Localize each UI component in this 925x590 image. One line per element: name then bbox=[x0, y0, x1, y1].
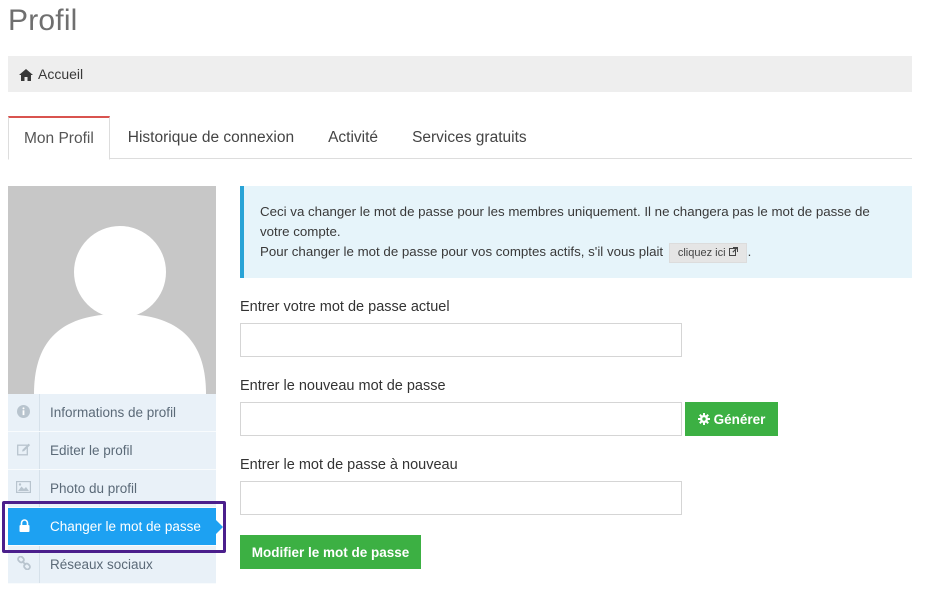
sidebar-item-informations[interactable]: Informations de profil bbox=[8, 394, 216, 432]
generate-password-button[interactable]: Générer bbox=[685, 402, 778, 436]
sidebar-item-label: Réseaux sociaux bbox=[50, 557, 153, 572]
tab-services-gratuits[interactable]: Services gratuits bbox=[412, 116, 527, 159]
link-icon bbox=[16, 555, 31, 573]
sidebar-item-editer[interactable]: Editer le profil bbox=[8, 432, 216, 470]
new-password-field[interactable] bbox=[240, 402, 682, 436]
sidebar-item-label: Editer le profil bbox=[50, 443, 133, 458]
gear-icon bbox=[697, 413, 710, 425]
page-title: Profil bbox=[8, 4, 78, 37]
sidebar-item-label: Photo du profil bbox=[50, 481, 138, 496]
tab-historique-connexion[interactable]: Historique de connexion bbox=[128, 116, 294, 159]
confirm-password-field[interactable] bbox=[240, 481, 682, 515]
info-alert: Ceci va changer le mot de passe pour les… bbox=[240, 186, 912, 278]
generate-button-label: Générer bbox=[713, 411, 766, 427]
tab-mon-profil[interactable]: Mon Profil bbox=[8, 116, 110, 160]
sidebar-item-changer-mot-de-passe[interactable]: Changer le mot de passe bbox=[8, 508, 223, 546]
sidebar-item-reseaux-sociaux[interactable]: Réseaux sociaux bbox=[8, 546, 216, 584]
alert-line-2: Pour changer le mot de passe pour vos co… bbox=[260, 242, 896, 263]
home-icon[interactable] bbox=[19, 68, 33, 81]
change-password-submit-button[interactable]: Modifier le mot de passe bbox=[240, 535, 421, 569]
click-here-link[interactable]: cliquez ici bbox=[668, 243, 747, 263]
edit-icon bbox=[16, 443, 31, 459]
confirm-password-label: Entrer le mot de passe à nouveau bbox=[240, 457, 458, 473]
lock-icon bbox=[19, 518, 30, 535]
alert-line-1: Ceci va changer le mot de passe pour les… bbox=[260, 204, 870, 239]
breadcrumb: Accueil bbox=[8, 56, 912, 92]
current-password-field[interactable] bbox=[240, 323, 682, 357]
current-password-label: Entrer votre mot de passe actuel bbox=[240, 299, 450, 315]
external-link-icon bbox=[728, 247, 738, 259]
profile-side-menu: Informations de profil Editer le profil … bbox=[8, 394, 223, 584]
sidebar-item-label: Informations de profil bbox=[50, 405, 177, 420]
new-password-label: Entrer le nouveau mot de passe bbox=[240, 378, 446, 394]
tab-activite[interactable]: Activité bbox=[328, 116, 378, 159]
sidebar-item-photo[interactable]: Photo du profil bbox=[8, 470, 216, 508]
breadcrumb-home-link[interactable]: Accueil bbox=[38, 66, 83, 82]
sidebar-item-label: Changer le mot de passe bbox=[50, 519, 201, 534]
picture-icon bbox=[16, 481, 32, 496]
info-icon bbox=[17, 404, 30, 421]
profile-tabs: Mon Profil Historique de connexion Activ… bbox=[8, 116, 912, 160]
avatar bbox=[8, 186, 216, 394]
